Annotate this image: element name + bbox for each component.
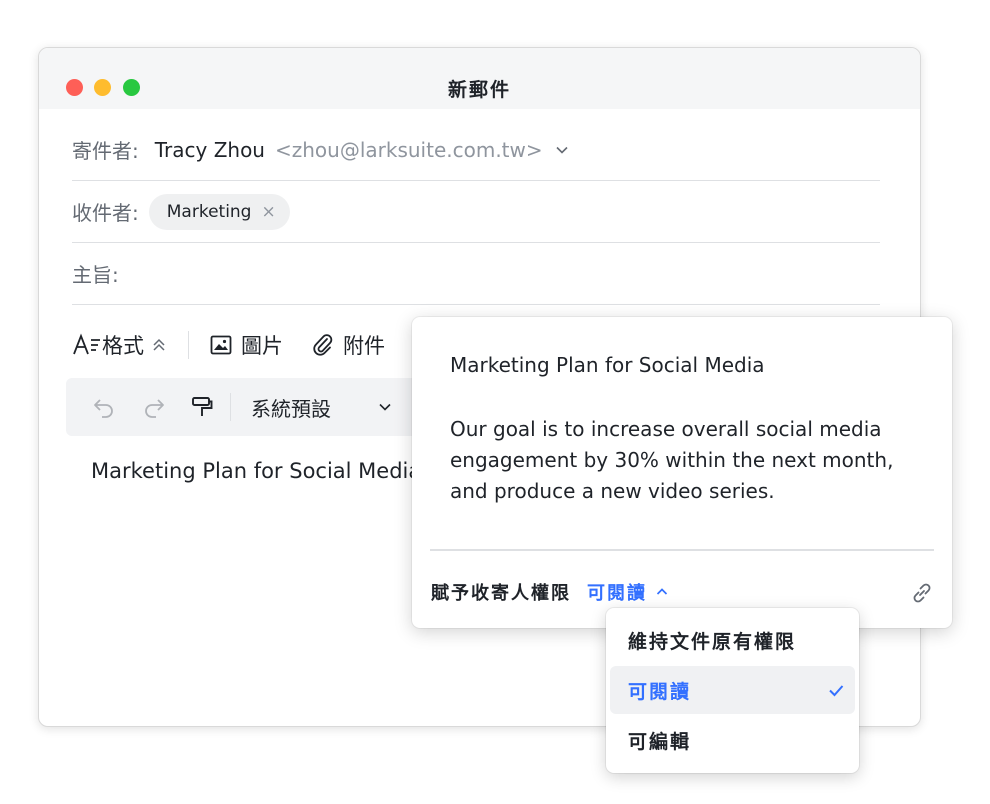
- attach-label: 附件: [343, 334, 385, 358]
- doc-link-label: Marketing Plan for Social Media: [91, 459, 417, 483]
- chevron-down-icon[interactable]: [555, 143, 569, 157]
- divider: [230, 393, 231, 421]
- undo-icon[interactable]: [92, 395, 116, 419]
- image-icon: [210, 335, 232, 355]
- option-label: 可編輯: [628, 730, 692, 753]
- permission-select[interactable]: 可閱讀: [587, 579, 669, 605]
- recipient-chip[interactable]: Marketing ×: [148, 193, 290, 230]
- format-label: 格式: [102, 334, 144, 358]
- editor-toolbar: 系統預設: [66, 378, 426, 436]
- option-can-edit[interactable]: 可編輯: [610, 716, 855, 764]
- doc-preview-title: Marketing Plan for Social Media: [450, 353, 765, 377]
- subject-label: 主旨:: [72, 263, 119, 287]
- sender-name: Tracy Zhou: [154, 137, 265, 162]
- permission-dropdown: 維持文件原有權限 可閱讀 可編輯: [606, 608, 859, 773]
- redo-icon[interactable]: [142, 395, 166, 419]
- divider: [430, 549, 934, 551]
- remove-recipient-icon[interactable]: ×: [261, 202, 275, 222]
- option-label: 維持文件原有權限: [628, 630, 797, 653]
- format-painter-icon[interactable]: [190, 395, 214, 419]
- option-label: 可閱讀: [628, 680, 692, 703]
- window-title: 新郵件: [447, 79, 511, 101]
- recipient-label: 收件者:: [72, 201, 139, 225]
- title-bar: 新郵件: [39, 48, 920, 109]
- permission-label: 賦予收寄人權限: [431, 583, 571, 604]
- attach-button[interactable]: 附件: [311, 330, 385, 360]
- paperclip-icon: [313, 334, 333, 356]
- format-bar: 格式 圖片 附件: [72, 328, 385, 362]
- permission-row: 賦予收寄人權限 可閱讀: [431, 579, 669, 605]
- option-view-only[interactable]: 可閱讀: [610, 666, 855, 714]
- image-label: 圖片: [241, 334, 283, 358]
- doc-link[interactable]: Marketing Plan for Social Media: [77, 459, 417, 483]
- divider: [188, 331, 189, 359]
- sender-email: <zhou@larksuite.com.tw>: [274, 137, 543, 162]
- subject-row[interactable]: 主旨:: [72, 243, 880, 305]
- insert-image-button[interactable]: 圖片: [209, 330, 283, 360]
- chevron-up-icon: [656, 588, 668, 595]
- double-chevron-up-icon: [153, 338, 165, 351]
- recipient-chip-label: Marketing: [166, 201, 252, 222]
- sender-row: 寄件者: Tracy Zhou <zhou@larksuite.com.tw>: [72, 119, 880, 181]
- option-keep-original[interactable]: 維持文件原有權限: [610, 616, 855, 664]
- doc-preview-popover: Marketing Plan for Social Media Our goal…: [412, 317, 952, 628]
- link-icon[interactable]: [910, 581, 934, 605]
- check-icon: [829, 685, 844, 697]
- doc-preview-text: Our goal is to increase overall social m…: [450, 417, 894, 503]
- chevron-down-icon[interactable]: [377, 399, 393, 415]
- permission-value: 可閱讀: [587, 583, 647, 604]
- sender-label: 寄件者:: [72, 139, 139, 163]
- format-button[interactable]: 格式: [72, 330, 168, 360]
- font-style-select[interactable]: 系統預設: [251, 393, 331, 422]
- text-format-icon: [73, 333, 100, 355]
- recipient-row: 收件者: Marketing ×: [72, 181, 880, 243]
